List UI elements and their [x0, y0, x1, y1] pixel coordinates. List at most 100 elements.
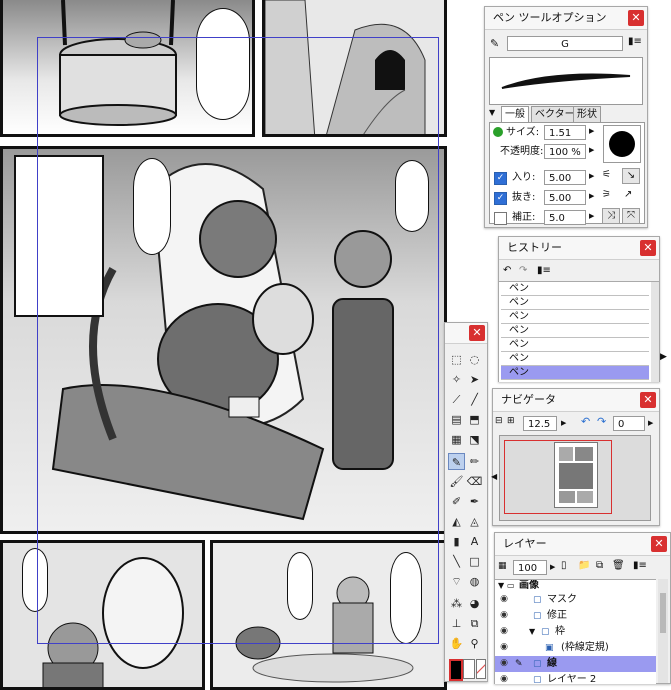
lasso-tool-icon[interactable]: ◌	[466, 351, 483, 368]
gradient-tool-icon[interactable]: ▮	[448, 533, 465, 550]
layer-opacity-field[interactable]: 100 %	[513, 560, 547, 589]
in-checkbox[interactable]: ✓	[494, 172, 507, 185]
eyedropper-tool-icon[interactable]: ⟋	[448, 391, 465, 408]
out-arrow-icon[interactable]: ▶	[589, 192, 594, 200]
expand-arrow-icon[interactable]: ▼	[529, 624, 535, 640]
history-item-current[interactable]: ペン	[501, 366, 649, 380]
frame-tool-icon[interactable]: ⬒	[466, 411, 483, 428]
visibility-eye-icon[interactable]: ◉	[497, 673, 511, 684]
zoom-tool-icon[interactable]: ⚲	[466, 635, 483, 652]
hand-tool-icon[interactable]: ✋	[448, 635, 465, 652]
layer-scrollbar[interactable]	[658, 579, 668, 683]
tone-tool-icon[interactable]: ◬	[466, 513, 483, 530]
panel-expand-arrow-icon[interactable]: ▶	[660, 352, 667, 362]
size-arrow-icon[interactable]: ▶	[589, 127, 594, 135]
history-item[interactable]: ペン	[501, 310, 649, 324]
zoom-out-icon[interactable]: ⊟	[495, 416, 503, 426]
zoom-arrow-icon[interactable]: ▶	[561, 419, 566, 427]
palette-menu-icon[interactable]: ▮≡	[633, 560, 647, 571]
layer-row[interactable]: ◉ ▢ 修正	[495, 608, 656, 625]
navigator-preview[interactable]	[499, 435, 651, 521]
layer-row[interactable]: ◉ ▢ レイヤー 2	[495, 672, 656, 684]
marquee-tool-icon[interactable]: ⬚	[448, 351, 465, 368]
palette-menu-icon[interactable]: ▮≡	[628, 36, 642, 47]
rotate-right-icon[interactable]: ↷	[597, 415, 606, 428]
close-button[interactable]: ✕	[640, 392, 656, 408]
effect-line-tool-icon[interactable]: ◍	[466, 573, 483, 590]
visibility-eye-icon[interactable]: ◉	[497, 641, 511, 654]
text-tool-icon[interactable]: A	[466, 533, 483, 550]
rotation-arrow-icon[interactable]: ▶	[648, 419, 653, 427]
correction-arrow-icon[interactable]: ▶	[589, 212, 594, 220]
layer-row-selected[interactable]: ◉ ✎ ▢ 線	[495, 656, 656, 673]
line-tool-icon[interactable]: ╲	[448, 553, 465, 570]
out-taper-icon[interactable]: ↗	[624, 189, 632, 200]
undo-icon[interactable]: ↶	[503, 265, 511, 276]
layer-color-icon[interactable]: ▦	[498, 561, 507, 571]
brush-name-field[interactable]: G	[507, 36, 623, 51]
out-pressure-icon[interactable]: ⚞	[602, 189, 611, 200]
zoom-field[interactable]: 12.5	[523, 416, 557, 431]
correction-checkbox[interactable]	[494, 212, 507, 225]
eraser-tool-icon[interactable]: ⌫	[466, 473, 483, 490]
nav-left-arrow-icon[interactable]: ◀	[491, 472, 497, 481]
rotation-field[interactable]: 0	[613, 416, 645, 431]
new-folder-icon[interactable]: 📁	[578, 560, 590, 571]
view-rectangle[interactable]	[504, 440, 612, 514]
layer-row-folder[interactable]: ◉ ▼ ▢ 枠	[495, 624, 656, 641]
out-field[interactable]: 5.00 mm	[544, 190, 586, 219]
out-checkbox[interactable]: ✓	[494, 192, 507, 205]
in-toggle-button[interactable]: ↘	[622, 168, 640, 184]
copy-layer-icon[interactable]: ⧉	[596, 560, 603, 571]
opacity-field[interactable]: 100 %	[544, 144, 586, 159]
pencil-tool-icon[interactable]: ✏	[466, 453, 483, 470]
expand-arrow-icon[interactable]: ▼	[498, 580, 504, 592]
airbrush-tool-icon[interactable]: ✒	[466, 493, 483, 510]
in-pressure-icon[interactable]: ⚟	[602, 169, 611, 180]
visibility-eye-icon[interactable]: ◉	[497, 625, 511, 638]
in-field[interactable]: 5.00 mm	[544, 170, 586, 199]
color-wheel-tool-icon[interactable]: ◕	[466, 595, 483, 612]
visibility-eye-icon[interactable]: ◉	[497, 593, 511, 606]
brush-tool-icon[interactable]: 🖌	[448, 473, 465, 490]
correction-field[interactable]: 5.0	[544, 210, 586, 225]
history-item[interactable]: ペン	[501, 338, 649, 352]
move-tool-icon[interactable]: ➤	[466, 371, 483, 388]
transparent-color-swatch[interactable]	[476, 659, 486, 679]
scatter-tool-icon[interactable]: ⁂	[448, 595, 465, 612]
rotate-left-icon[interactable]: ↶	[581, 415, 590, 428]
size-field[interactable]: 1.51 mm	[544, 125, 586, 154]
layer-row[interactable]: ◉ ▣ (枠線定規)	[495, 640, 656, 657]
history-item[interactable]: ペン	[501, 324, 649, 338]
transform-tool-icon[interactable]: ⬔	[466, 431, 483, 448]
close-button[interactable]: ✕	[628, 10, 644, 26]
visibility-eye-icon[interactable]: ◉	[497, 657, 511, 670]
in-arrow-icon[interactable]: ▶	[589, 172, 594, 180]
visibility-eye-icon[interactable]: ◉	[497, 609, 511, 622]
ruler-tool-icon[interactable]: ╱	[466, 391, 483, 408]
foreground-color-swatch[interactable]	[449, 659, 463, 681]
close-button[interactable]: ✕	[640, 240, 656, 256]
redo-icon[interactable]: ↷	[519, 265, 527, 276]
correction-mode-button[interactable]: ⤧	[622, 208, 640, 224]
new-layer-icon[interactable]: ▯	[561, 560, 567, 571]
marker-tool-icon[interactable]: ✐	[448, 493, 465, 510]
history-item[interactable]: ペン	[501, 296, 649, 310]
background-color-swatch[interactable]	[463, 659, 475, 679]
zoom-in-icon[interactable]: ⊞	[507, 416, 515, 426]
tab-general[interactable]: 一般	[501, 106, 529, 123]
tab-shape[interactable]: 形状	[573, 106, 601, 123]
collapse-arrow-icon[interactable]: ▼	[489, 108, 495, 117]
delete-layer-icon[interactable]: 🗑	[612, 560, 625, 571]
tab-vector[interactable]: ベクター	[531, 106, 579, 123]
shape-tool-icon[interactable]: □	[466, 553, 483, 570]
opacity-arrow-icon[interactable]: ▶	[589, 146, 594, 154]
magic-wand-tool-icon[interactable]: ✧	[448, 371, 465, 388]
opacity-arrow-icon[interactable]: ▶	[550, 563, 555, 571]
palette-menu-icon[interactable]: ▮≡	[537, 265, 551, 276]
close-button[interactable]: ✕	[651, 536, 667, 552]
history-item[interactable]: ペン	[501, 282, 649, 296]
hatching-tool-icon[interactable]: ▤	[448, 411, 465, 428]
layer-row[interactable]: ◉ ▢ マスク	[495, 592, 656, 609]
balloon-tool-icon[interactable]: ⌔	[448, 573, 465, 590]
